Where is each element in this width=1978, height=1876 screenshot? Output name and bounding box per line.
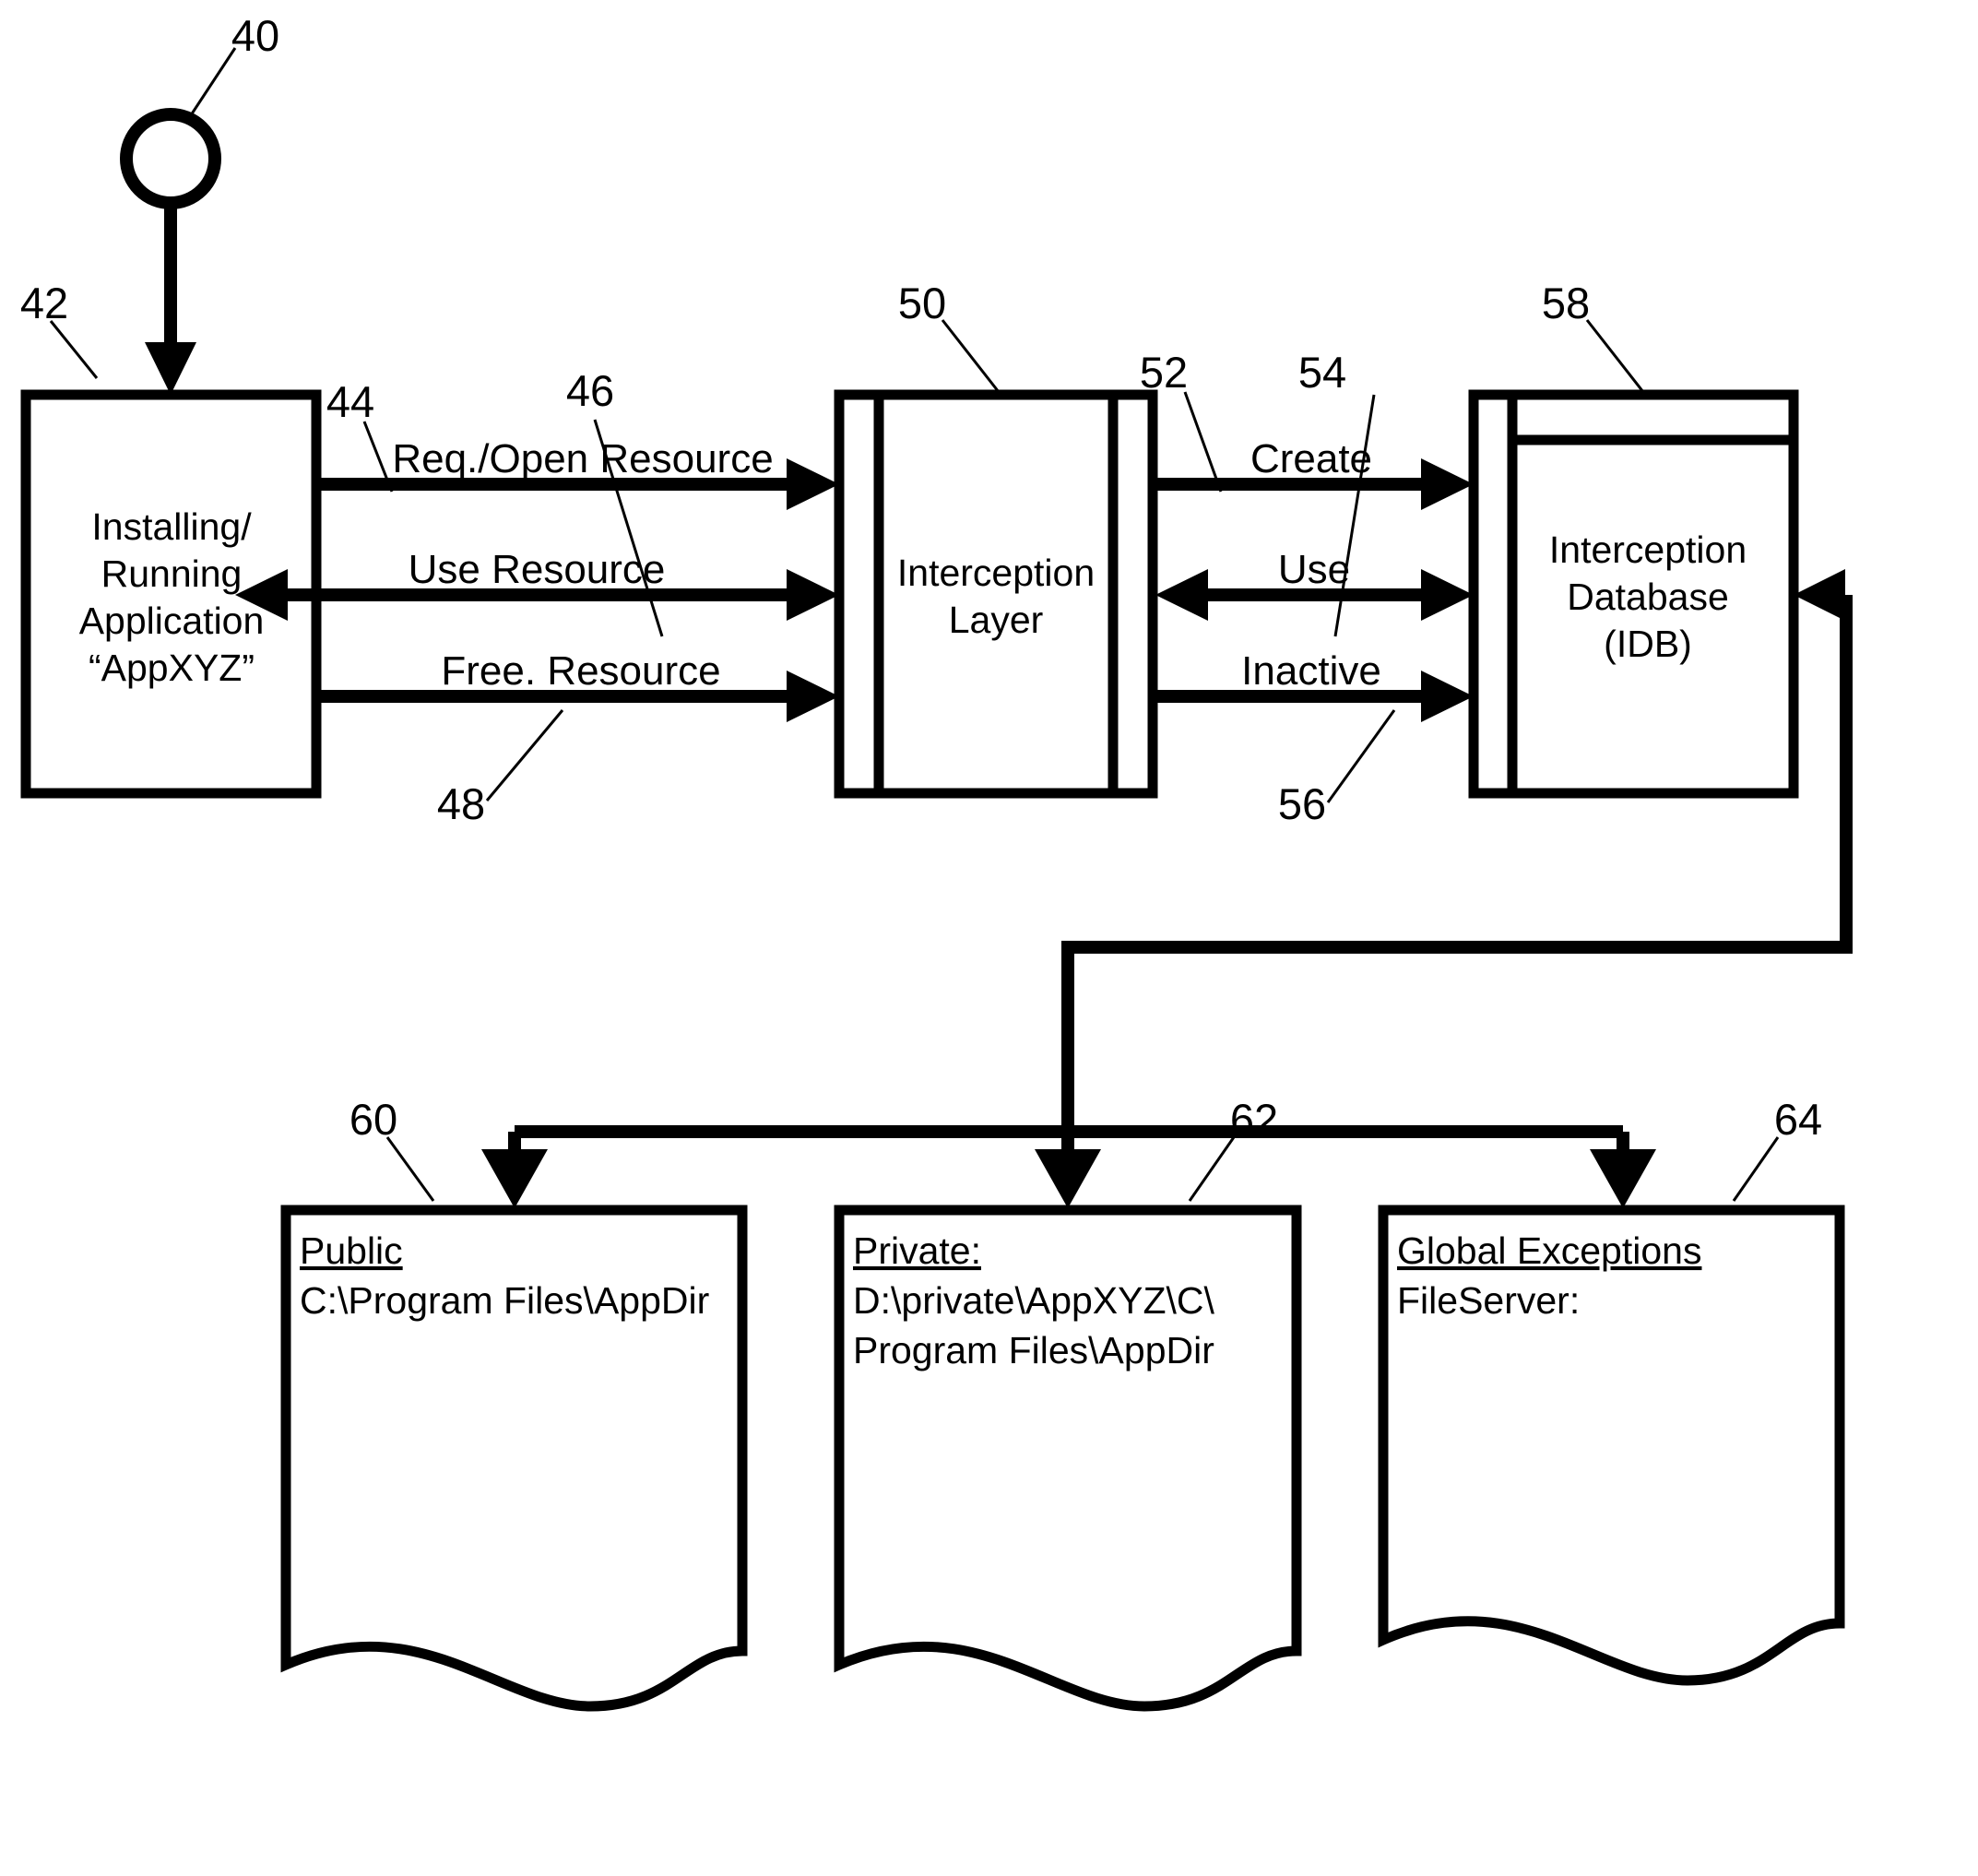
document-private-title: Private:: [853, 1229, 981, 1272]
ref-number-48: 48: [437, 779, 485, 828]
start-arrow-head: [145, 342, 196, 395]
interception-layer-box: 50 Interception Layer: [834, 279, 1158, 799]
create-label: Create: [1250, 436, 1372, 481]
use-label: Use: [1278, 547, 1350, 592]
document-public-title: Public: [300, 1229, 403, 1272]
branch-global-arrowhead: [1590, 1149, 1656, 1208]
document-global-exceptions-title: Global Exceptions: [1397, 1229, 1701, 1272]
start-to-application-arrow: [145, 205, 196, 395]
ref-number-56: 56: [1278, 779, 1326, 828]
figure-canvas: 40 42 Installing/ Running Application “A…: [20, 11, 1853, 1712]
document-private-line1: D:\private\AppXYZ\C\: [853, 1279, 1215, 1322]
free-resource-arrowhead: [787, 671, 839, 722]
inactive-arrowhead: [1421, 671, 1474, 722]
document-public-line1: C:\Program Files\AppDir: [300, 1279, 709, 1322]
req-open-resource-arrowhead: [787, 458, 839, 510]
leader-line-52: [1183, 391, 1223, 493]
use-arrowhead-right: [1421, 569, 1474, 621]
leader-line-50: [941, 319, 1001, 393]
leader-line-48: [485, 709, 564, 801]
document-private-line2: Program Files\AppDir: [853, 1329, 1214, 1371]
leader-line-60: [385, 1136, 435, 1202]
leader-line-58: [1585, 319, 1645, 393]
ref-number-42: 42: [20, 279, 68, 327]
leader-line-64: [1732, 1136, 1780, 1202]
interception-database-label-line2: Database: [1567, 576, 1729, 618]
idb-feedback-arrowhead: [1794, 569, 1845, 621]
ref-number-50: 50: [898, 279, 946, 327]
req-open-resource-label: Req./Open Resource: [392, 436, 773, 481]
ref-number-58: 58: [1542, 279, 1590, 327]
ref-number-46: 46: [566, 366, 614, 415]
create-arrowhead: [1421, 458, 1474, 510]
application-label-line1: Installing/: [91, 505, 252, 548]
leader-line-42: [49, 320, 99, 379]
ref-number-64: 64: [1774, 1095, 1822, 1144]
interception-layer-label-line1: Interception: [897, 552, 1095, 594]
application-label-line2: Running: [101, 552, 243, 595]
leader-line-62: [1188, 1136, 1236, 1202]
ref-number-52: 52: [1140, 348, 1188, 397]
flow-free-resource: Free. Resource 48: [316, 648, 839, 828]
use-resource-arrowhead-right: [787, 569, 839, 621]
inactive-label: Inactive: [1241, 648, 1381, 694]
ref-number-40: 40: [231, 11, 279, 60]
ref-number-60: 60: [349, 1095, 397, 1144]
start-circle: [120, 108, 221, 209]
branch-public-arrowhead: [481, 1149, 548, 1208]
ref-number-44: 44: [326, 377, 374, 426]
leader-line-56: [1326, 709, 1396, 803]
branch-private-arrowhead: [1035, 1149, 1101, 1208]
application-label-line4: “AppXYZ”: [89, 647, 255, 689]
interception-layer-rect: [834, 389, 1158, 799]
interception-database-label-line3: (IDB): [1604, 623, 1692, 665]
patent-figure: 40 42 Installing/ Running Application “A…: [0, 0, 1978, 1876]
flow-inactive: Inactive 56: [1153, 648, 1474, 828]
interception-database-box: 58 Interception Database (IDB): [1468, 279, 1799, 799]
free-resource-label: Free. Resource: [441, 648, 720, 694]
document-global-exceptions-line1: FileServer:: [1397, 1279, 1580, 1322]
ref-number-54: 54: [1298, 348, 1346, 397]
use-resource-label: Use Resource: [409, 547, 666, 592]
interception-database-label-line1: Interception: [1549, 528, 1747, 571]
interception-layer-label-line2: Layer: [949, 599, 1044, 641]
application-label-line3: Application: [79, 600, 265, 642]
start-node: 40: [120, 11, 279, 209]
use-arrowhead-left: [1155, 569, 1208, 621]
ref-number-62: 62: [1230, 1095, 1278, 1144]
leader-line-40: [187, 47, 237, 119]
